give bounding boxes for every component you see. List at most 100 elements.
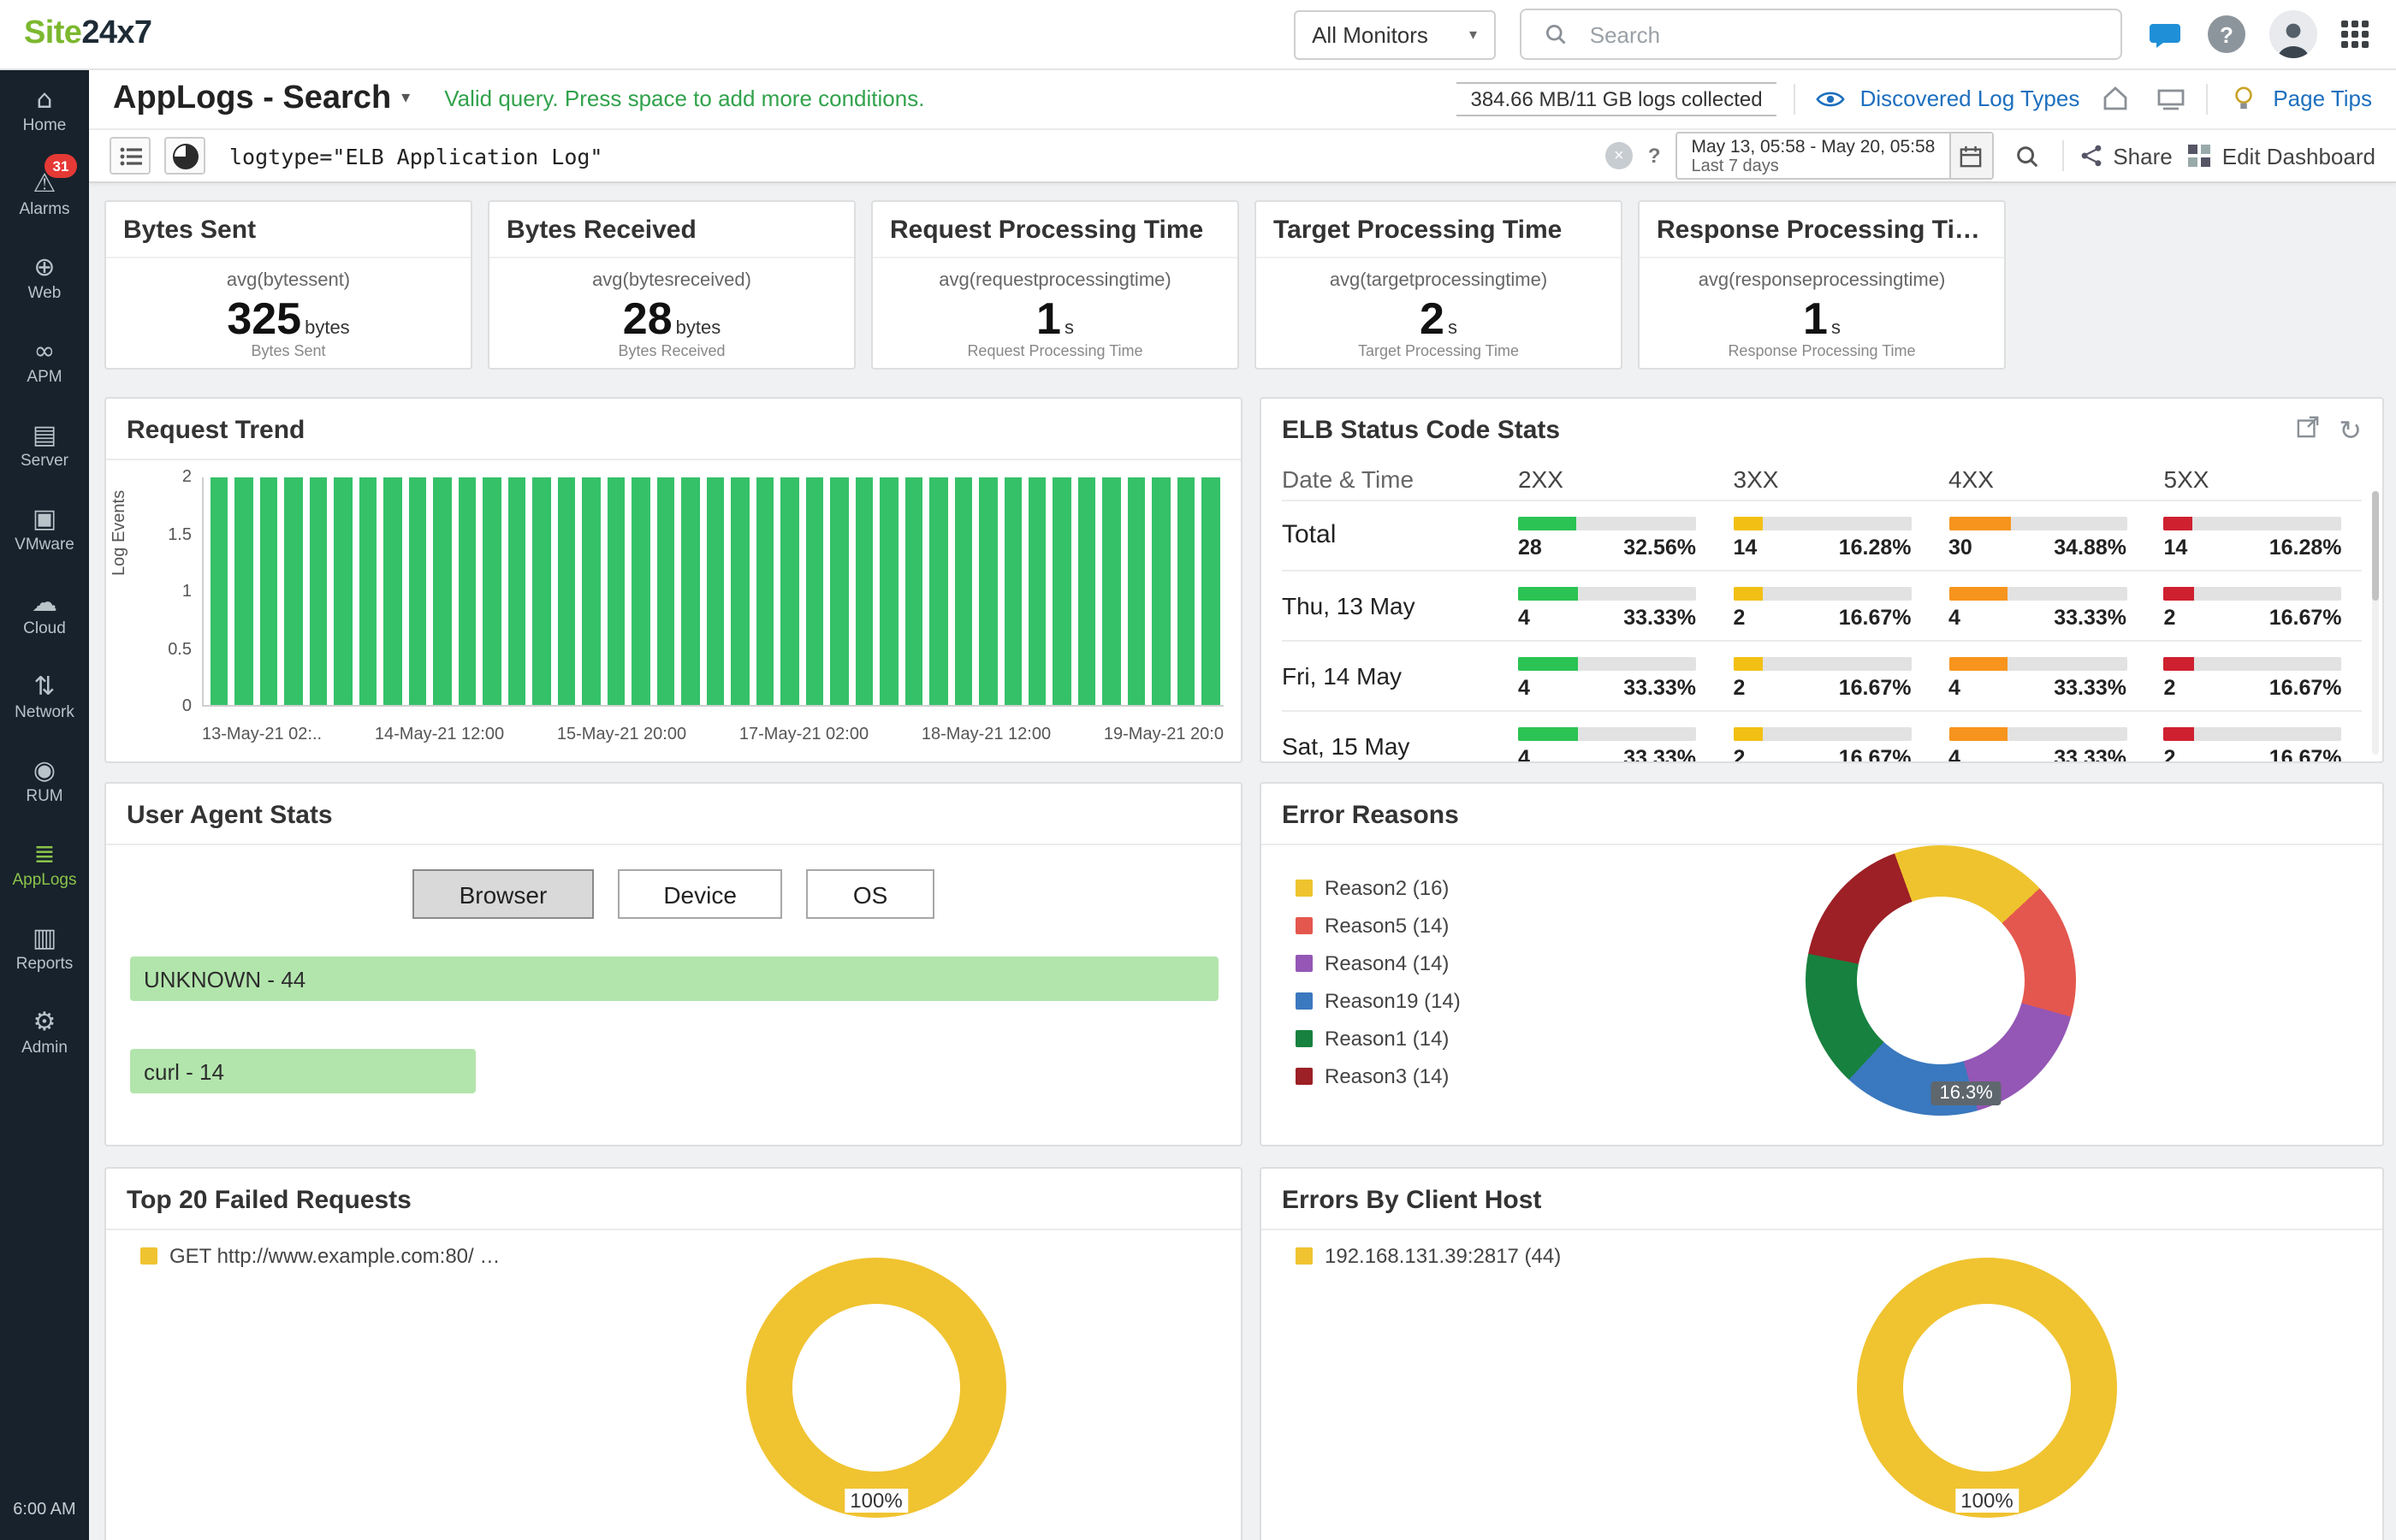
trend-bar[interactable]	[656, 477, 675, 705]
sidebar-item-home[interactable]: ⌂ Home	[0, 68, 89, 152]
trend-bar[interactable]	[1177, 477, 1195, 705]
sidebar-item-server[interactable]: ▤ Server	[0, 404, 89, 488]
trend-bar[interactable]	[607, 477, 626, 705]
legend-item[interactable]: GET http://www.example.com:80/ …	[140, 1237, 500, 1275]
stat-card-bytes-received[interactable]: Bytes Received avg(bytesreceived) 28 byte…	[488, 200, 856, 370]
page-title[interactable]: AppLogs - Search	[113, 80, 391, 117]
edit-dashboard-button[interactable]: Edit Dashboard	[2188, 143, 2375, 169]
sidebar-item-alarms[interactable]: 31 ⚠ Alarms	[0, 152, 89, 236]
trend-bar[interactable]	[433, 477, 452, 705]
trend-bar[interactable]	[1102, 477, 1121, 705]
home-view-icon[interactable]	[2096, 80, 2134, 117]
legend-item[interactable]: 192.168.131.39:2817 (44)	[1296, 1237, 1561, 1275]
agent-bar-unknown[interactable]: UNKNOWN - 44	[130, 957, 1219, 1001]
trend-bar[interactable]	[211, 477, 228, 705]
legend-item[interactable]: Reason2 (16)	[1296, 869, 1461, 907]
panel-scrollbar[interactable]	[2372, 491, 2379, 755]
trend-bar[interactable]	[557, 477, 576, 705]
trend-bar[interactable]	[904, 477, 923, 705]
date-range-picker[interactable]: May 13, 05:58 - May 20, 05:58 Last 7 day…	[1675, 132, 1994, 180]
query-input[interactable]: logtype="ELB Application Log"	[229, 143, 603, 169]
error-reasons-donut[interactable]: 16.3%	[1806, 845, 2076, 1116]
sidebar-item-reports[interactable]: ▥ Reports	[0, 907, 89, 991]
query-list-view-icon[interactable]	[110, 137, 151, 175]
sidebar-item-applogs[interactable]: ≣ AppLogs	[0, 823, 89, 907]
trend-bar[interactable]	[1152, 477, 1171, 705]
trend-bar[interactable]	[408, 477, 427, 705]
trend-bar[interactable]	[780, 477, 799, 705]
trend-bar[interactable]	[334, 477, 353, 705]
trend-bar[interactable]	[309, 477, 328, 705]
tab-os[interactable]: OS	[806, 869, 934, 919]
trend-bar[interactable]	[880, 477, 898, 705]
trend-bar[interactable]	[731, 477, 750, 705]
site24x7-logo[interactable]: Site24x7	[24, 15, 152, 53]
title-caret-icon[interactable]: ▾	[401, 89, 410, 108]
sidebar-item-admin[interactable]: ⚙ Admin	[0, 991, 89, 1075]
trend-bar[interactable]	[458, 477, 477, 705]
trend-bar[interactable]	[383, 477, 402, 705]
legend-item[interactable]: Reason1 (14)	[1296, 1020, 1461, 1057]
page-tips-link[interactable]: Page Tips	[2225, 80, 2372, 117]
trend-bar[interactable]	[1127, 477, 1146, 705]
trend-bar[interactable]	[507, 477, 526, 705]
trend-bar[interactable]	[234, 477, 253, 705]
share-button[interactable]: Share	[2079, 143, 2173, 169]
chat-support-icon[interactable]	[2146, 15, 2184, 53]
trend-bar[interactable]	[929, 477, 948, 705]
trend-bar[interactable]	[756, 477, 774, 705]
trend-bar[interactable]	[706, 477, 725, 705]
legend-item[interactable]: Reason3 (14)	[1296, 1057, 1461, 1095]
trend-bar[interactable]	[954, 477, 973, 705]
tab-device[interactable]: Device	[617, 869, 783, 919]
discovered-log-types-link[interactable]: Discovered Log Types	[1812, 80, 2079, 117]
help-icon[interactable]: ?	[2208, 15, 2245, 53]
open-in-new-icon[interactable]	[2296, 416, 2318, 447]
search-input[interactable]	[1586, 20, 2103, 49]
clear-query-icon[interactable]: ×	[1604, 142, 1633, 169]
failed-requests-donut[interactable]: 100%	[746, 1258, 1006, 1518]
trend-bar[interactable]	[582, 477, 601, 705]
trend-bar[interactable]	[1053, 477, 1071, 705]
trend-bar[interactable]	[483, 477, 501, 705]
legend-item[interactable]: Reason5 (14)	[1296, 907, 1461, 945]
trend-bar[interactable]	[284, 477, 303, 705]
stat-card-bytes-sent[interactable]: Bytes Sent avg(bytessent) 325 bytes Bytes…	[104, 200, 472, 370]
trend-bar[interactable]	[1077, 477, 1096, 705]
trend-bar[interactable]	[359, 477, 377, 705]
sidebar-item-cloud[interactable]: ☁ Cloud	[0, 572, 89, 655]
agent-bar-curl[interactable]: curl - 14	[130, 1049, 477, 1093]
trend-bar[interactable]	[632, 477, 650, 705]
trend-bar[interactable]	[1201, 477, 1220, 705]
query-chart-view-icon[interactable]	[164, 137, 205, 175]
stat-card-request-processing[interactable]: Request Processing Time avg(requestproce…	[871, 200, 1239, 370]
refresh-icon[interactable]: ↻	[2339, 414, 2362, 448]
trend-bar[interactable]	[979, 477, 997, 705]
legend-item[interactable]: Reason19 (14)	[1296, 982, 1461, 1020]
trend-bar[interactable]	[830, 477, 849, 705]
tab-browser[interactable]: Browser	[412, 869, 594, 919]
legend-item[interactable]: Reason4 (14)	[1296, 945, 1461, 982]
trend-bar[interactable]	[259, 477, 278, 705]
apps-grid-icon[interactable]	[2341, 21, 2369, 48]
trend-bar[interactable]	[681, 477, 700, 705]
trend-bar[interactable]	[805, 477, 824, 705]
sidebar-item-vmware[interactable]: ▣ VMware	[0, 488, 89, 572]
trend-bar[interactable]	[1004, 477, 1022, 705]
sidebar-item-network[interactable]: ⇅ Network	[0, 655, 89, 739]
sidebar-item-rum[interactable]: ◉ RUM	[0, 739, 89, 823]
trend-bar[interactable]	[1028, 477, 1047, 705]
query-help-icon[interactable]: ?	[1648, 144, 1661, 168]
trend-bar[interactable]	[532, 477, 551, 705]
plotter-icon[interactable]	[2151, 80, 2189, 117]
stat-card-response-processing[interactable]: Response Processing Ti… avg(responseproc…	[1638, 200, 2006, 370]
sidebar-item-web[interactable]: ⊕ Web	[0, 236, 89, 320]
client-host-donut[interactable]: 100%	[1857, 1258, 2117, 1518]
stat-card-target-processing[interactable]: Target Processing Time avg(targetprocess…	[1254, 200, 1622, 370]
trend-bar[interactable]	[855, 477, 874, 705]
sidebar-item-apm[interactable]: ∞ APM	[0, 320, 89, 404]
global-search[interactable]	[1520, 9, 2122, 60]
monitor-select[interactable]: All Monitors ▾	[1293, 9, 1496, 59]
calendar-icon[interactable]	[1948, 133, 1992, 178]
user-avatar[interactable]	[2269, 10, 2317, 58]
